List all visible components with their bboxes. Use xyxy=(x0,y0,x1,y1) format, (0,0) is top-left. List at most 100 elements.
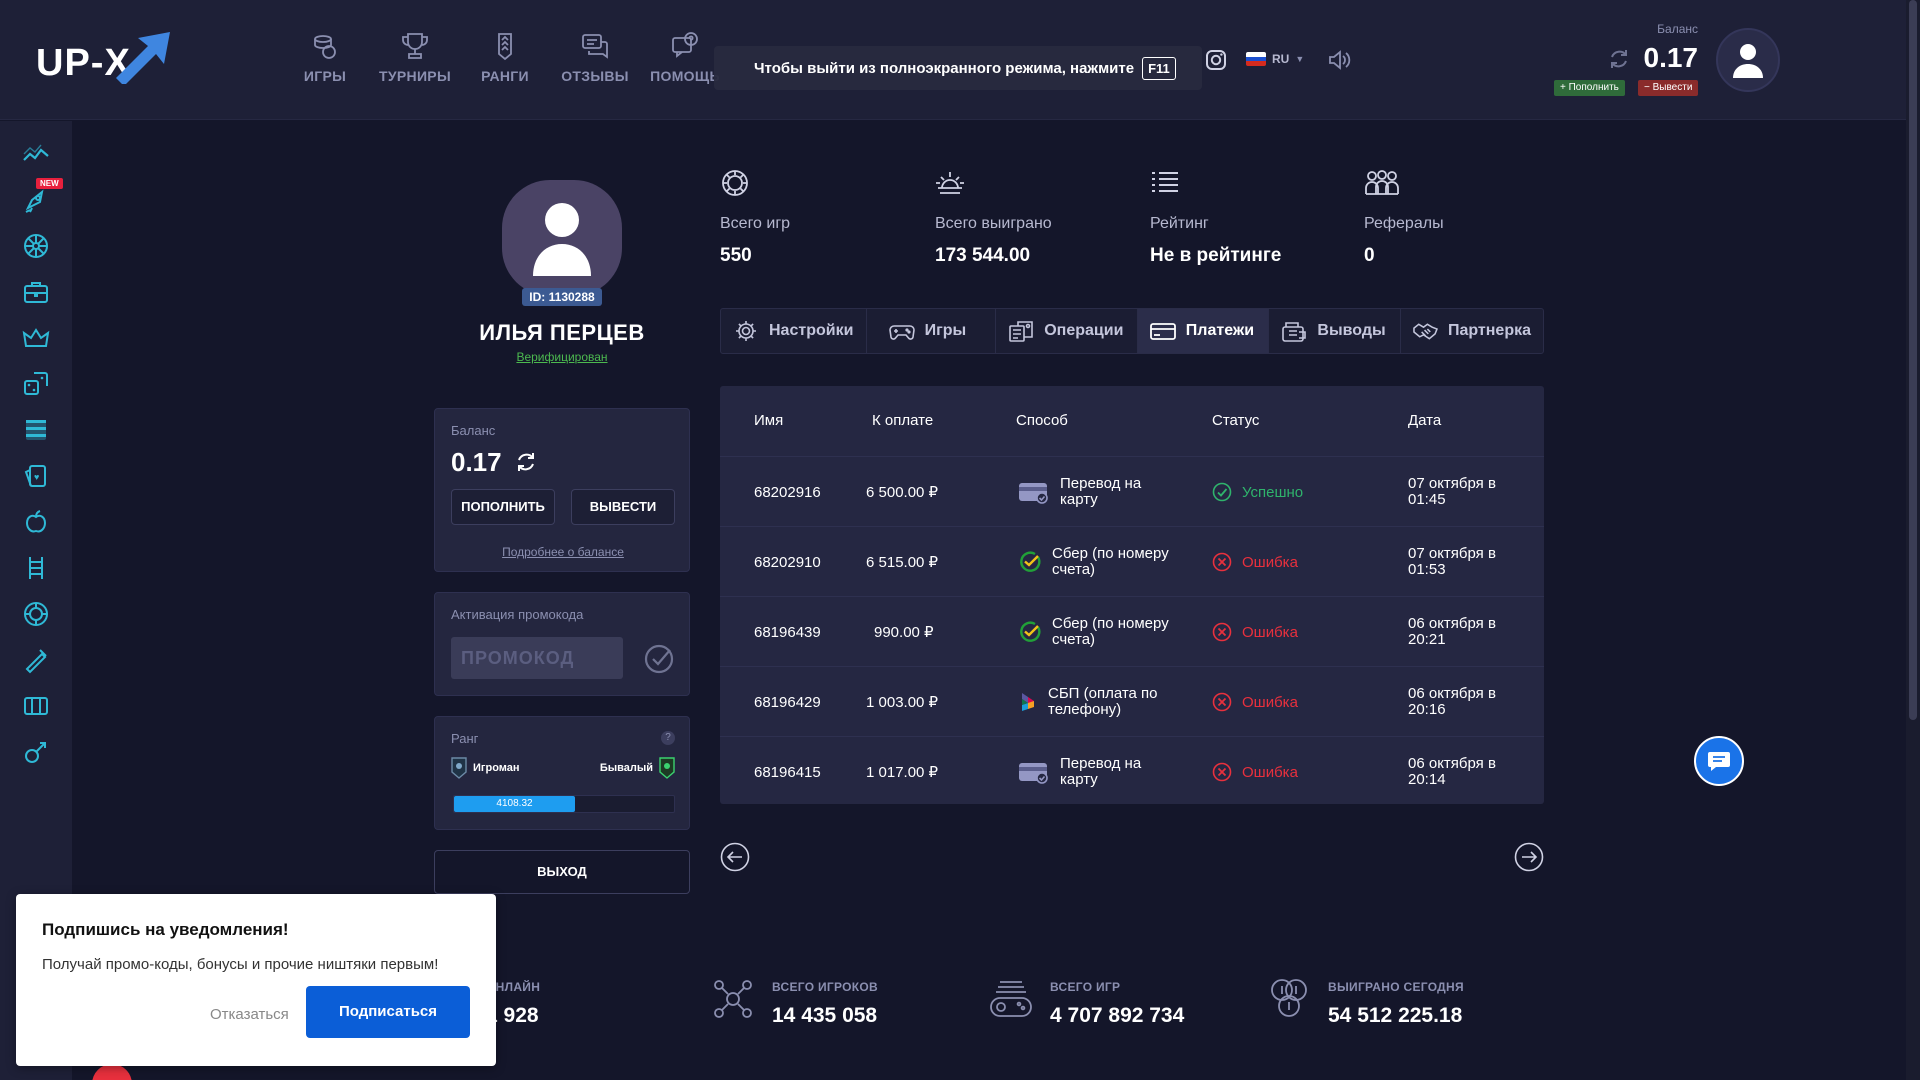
column-header-amount: К оплате xyxy=(872,412,934,429)
site-logo[interactable]: UP-X xyxy=(36,28,170,84)
plinko-icon[interactable] xyxy=(22,646,50,674)
rank-caption: Ранг xyxy=(451,731,479,746)
nav-games[interactable]: ИГРЫ xyxy=(280,30,370,84)
profile-avatar[interactable] xyxy=(502,180,622,296)
cards-icon[interactable]: ♥ xyxy=(22,462,50,490)
new-badge: NEW xyxy=(36,178,63,189)
payment-id: 68196439 xyxy=(754,623,821,641)
rank-badge-icon xyxy=(451,757,467,779)
tab-settings[interactable]: Настройки xyxy=(721,309,867,353)
popup-text: Получай промо-коды, бонусы и прочие ништ… xyxy=(42,956,439,973)
handshake-icon xyxy=(1413,323,1438,340)
promo-input[interactable] xyxy=(451,637,623,679)
grid-icon[interactable] xyxy=(22,416,50,444)
nav-reviews-label: ОТЗЫВЫ xyxy=(561,68,629,84)
stat-referrals-label: Рефералы xyxy=(1364,215,1444,232)
tab-payments[interactable]: Платежи xyxy=(1137,309,1270,353)
rank-help-icon[interactable]: ? xyxy=(661,731,675,745)
nav-tournaments[interactable]: ТУРНИРЫ xyxy=(370,30,460,84)
table-row: 68196439 990.00 ₽ Сбер (по номеру счета)… xyxy=(720,596,1544,666)
sber-icon xyxy=(1020,551,1041,572)
case-icon[interactable] xyxy=(22,278,50,306)
verified-link[interactable]: Верифицирован xyxy=(430,350,694,364)
svg-text:♥: ♥ xyxy=(34,472,39,482)
fullscreen-notice-text: Чтобы выйти из полноэкранного режима, на… xyxy=(754,59,1135,77)
dice-icon[interactable] xyxy=(22,370,50,398)
deposit-button[interactable]: ПОПОЛНИТЬ xyxy=(451,489,555,525)
instagram-icon[interactable] xyxy=(1204,48,1228,72)
sound-icon[interactable] xyxy=(1326,48,1352,72)
slots-icon[interactable] xyxy=(22,692,50,720)
ranks-icon xyxy=(498,33,512,61)
user-icon xyxy=(1733,44,1763,78)
gamepad-stack-icon xyxy=(990,981,1032,1017)
page-scrollbar[interactable] xyxy=(1906,0,1920,1080)
payment-id: 68202916 xyxy=(754,483,821,501)
stat-total-won-label: Всего выиграно xyxy=(935,215,1052,232)
subscribe-button[interactable]: Подписаться xyxy=(306,986,470,1038)
success-icon xyxy=(1212,482,1232,502)
decline-button[interactable]: Отказаться xyxy=(210,1006,289,1023)
payment-status-label: Ошибка xyxy=(1242,623,1298,641)
tab-games[interactable]: Игры xyxy=(867,309,997,353)
payment-status: Успешно xyxy=(1212,457,1303,527)
tab-games-label: Игры xyxy=(924,322,967,339)
support-chat-button[interactable] xyxy=(1694,736,1744,786)
rank-current: Игроман xyxy=(451,757,520,779)
nav-ranks[interactable]: РАНГИ xyxy=(460,30,550,84)
trophy-icon xyxy=(402,33,428,59)
header-avatar[interactable] xyxy=(1716,28,1780,92)
sunrise-icon xyxy=(936,172,964,194)
header-withdraw-button[interactable]: − Вывести xyxy=(1638,80,1699,96)
crown-icon[interactable] xyxy=(22,324,50,352)
promo-card: Активация промокода xyxy=(434,592,690,696)
payments-table: Имя К оплате Способ Статус Дата 68202916… xyxy=(720,386,1544,804)
balance-details-link[interactable]: Подробнее о балансе xyxy=(435,545,691,559)
tab-operations[interactable]: Операции xyxy=(996,309,1138,353)
payment-status-label: Ошибка xyxy=(1242,763,1298,781)
card-icon xyxy=(1149,323,1176,340)
header-deposit-button[interactable]: + Пополнить xyxy=(1554,80,1625,96)
apple-icon[interactable] xyxy=(22,508,50,536)
stat-rating: Рейтинг Не в рейтинге xyxy=(1150,168,1281,267)
rocket-icon[interactable] xyxy=(22,186,50,214)
prev-page-icon[interactable] xyxy=(720,842,750,872)
reviews-icon xyxy=(582,34,608,59)
footer-stat-won-today-value: 54 512 225.18 xyxy=(1328,1004,1463,1027)
payment-id: 68196429 xyxy=(754,693,821,711)
nav-help-label: ПОМОЩЬ xyxy=(650,68,720,84)
bonus-icon[interactable] xyxy=(22,738,50,766)
logout-button[interactable]: ВЫХОД xyxy=(434,850,690,894)
roulette-icon[interactable] xyxy=(22,600,50,628)
wallet-icon xyxy=(1282,322,1307,342)
stat-rating-label: Рейтинг xyxy=(1150,215,1209,232)
payment-amount: 6 500.00 ₽ xyxy=(866,484,939,501)
payment-date: 06 октября в 20:21 xyxy=(1408,615,1496,648)
top-header: UP-X ИГРЫ ТУРНИРЫ РАНГИ ОТЗЫВЫ ПОМОЩЬ Чт… xyxy=(0,0,1906,120)
chat-icon xyxy=(1708,752,1730,771)
check-circle-icon[interactable] xyxy=(643,643,675,675)
payment-method: Перевод на карту xyxy=(1018,457,1180,527)
nav-reviews[interactable]: ОТЗЫВЫ xyxy=(550,30,640,84)
tab-withdrawals[interactable]: Выводы xyxy=(1269,309,1402,353)
push-subscribe-popup: Подпишись на уведомления! Получай промо-… xyxy=(16,894,496,1066)
error-icon xyxy=(1212,552,1232,572)
language-selector[interactable]: RU ▼ xyxy=(1246,46,1304,72)
footer-stat-won-today-label: ВЫИГРАНО СЕГОДНЯ xyxy=(1328,980,1464,994)
tab-partner[interactable]: Партнерка xyxy=(1401,309,1543,353)
tab-settings-label: Настройки xyxy=(769,322,854,339)
next-page-icon[interactable] xyxy=(1514,842,1544,872)
coins-icon xyxy=(1271,979,1307,1017)
rank-progress-bar: 4108.32 xyxy=(453,795,675,813)
refresh-icon[interactable] xyxy=(1608,48,1630,70)
payment-id: 68196415 xyxy=(754,763,821,781)
refresh-icon[interactable] xyxy=(515,451,537,473)
column-header-date: Дата xyxy=(1408,412,1442,429)
wheel-icon[interactable] xyxy=(22,232,50,260)
withdraw-button[interactable]: ВЫВЕСТИ xyxy=(571,489,675,525)
red-widget[interactable] xyxy=(92,1064,132,1080)
error-icon xyxy=(1212,692,1232,712)
ladder-icon[interactable] xyxy=(22,554,50,582)
scrollbar-thumb[interactable] xyxy=(1909,0,1917,720)
crash-icon[interactable] xyxy=(22,140,50,168)
